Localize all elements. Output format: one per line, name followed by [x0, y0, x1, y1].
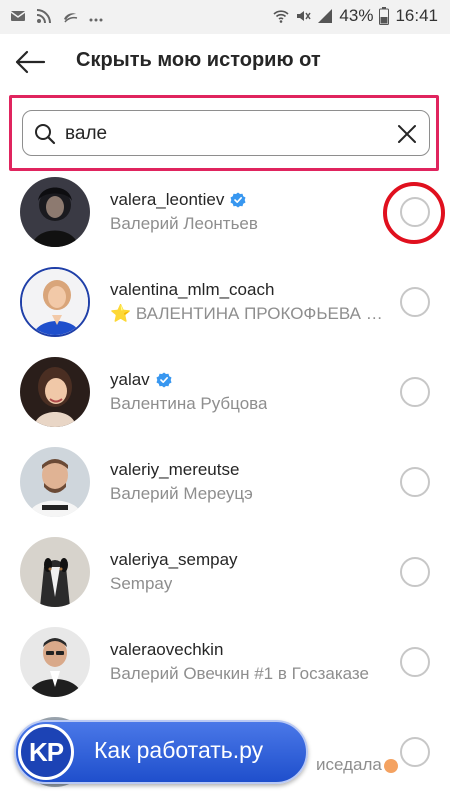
header: Скрыть мою историю от	[0, 34, 450, 90]
select-radio[interactable]	[400, 287, 430, 317]
close-icon[interactable]	[395, 122, 419, 146]
full-name: иседала	[316, 755, 398, 775]
watermark-logo: KP	[18, 724, 74, 780]
user-list: valera_leontiev Валерий Леонтьев valenti…	[0, 172, 450, 800]
watermark-logo-text: KP	[28, 736, 64, 767]
verified-badge-icon	[156, 372, 172, 388]
status-bar: 43% 16:41	[0, 0, 450, 34]
list-item[interactable]: valentina_mlm_coach ⭐ ВАЛЕНТИНА ПРОКОФЬЕ…	[0, 262, 450, 352]
full-name: Валерий Овечкин #1 в Госзаказе	[110, 664, 369, 683]
avatar	[20, 537, 90, 607]
verified-badge-icon	[230, 192, 246, 208]
list-item[interactable]: valeriy_mereutse Валерий Мереуцэ	[0, 442, 450, 532]
status-left-icons	[10, 8, 104, 24]
username: valeriya_sempay	[110, 550, 238, 569]
avatar	[20, 267, 90, 337]
full-name: Валерий Мереуцэ	[110, 484, 253, 503]
list-item[interactable]: yalav Валентина Рубцова	[0, 352, 450, 442]
peach-emoji-icon	[383, 758, 398, 773]
full-name: Валентина Рубцова	[110, 394, 268, 413]
status-right: 43% 16:41	[273, 6, 438, 26]
arrow-left-icon	[15, 50, 46, 74]
username: valentina_mlm_coach	[110, 280, 275, 299]
mail-icon	[10, 11, 26, 21]
battery-percent: 43%	[339, 6, 374, 25]
bank-icon	[64, 13, 78, 23]
signal-icon	[318, 9, 333, 23]
select-radio[interactable]	[400, 377, 430, 407]
watermark-text: Как работать.ру	[94, 737, 264, 763]
avatar	[20, 177, 90, 247]
watermark: KP Как работать.ру	[14, 720, 308, 784]
select-radio[interactable]	[400, 197, 430, 227]
select-radio[interactable]	[400, 557, 430, 587]
select-radio[interactable]	[400, 647, 430, 677]
back-button[interactable]	[10, 44, 50, 80]
full-name: Валерий Леонтьев	[110, 214, 258, 233]
full-name: ⭐ ВАЛЕНТИНА ПРОКОФЬЕВА О ...	[110, 304, 390, 323]
list-item[interactable]: valeraovechkin Валерий Овечкин #1 в Госз…	[0, 622, 450, 712]
search-box[interactable]	[22, 110, 430, 156]
mute-icon	[297, 11, 312, 21]
clock: 16:41	[395, 6, 438, 25]
username: valeriy_mereutse	[110, 460, 240, 479]
select-radio[interactable]	[400, 467, 430, 497]
full-name: Sempay	[110, 574, 173, 593]
avatar	[20, 627, 90, 697]
username: yalav	[110, 370, 150, 389]
list-item[interactable]: valera_leontiev Валерий Леонтьев	[0, 172, 450, 262]
avatar	[20, 357, 90, 427]
username: valeraovechkin	[110, 640, 224, 659]
search-input[interactable]	[65, 119, 365, 149]
list-item[interactable]: valeriya_sempay Sempay	[0, 532, 450, 622]
page-title: Скрыть мою историю от	[76, 49, 321, 71]
more-dots-icon	[89, 18, 103, 22]
search-icon	[35, 124, 56, 145]
rss-icon	[36, 9, 51, 24]
select-radio[interactable]	[400, 737, 430, 767]
avatar	[20, 447, 90, 517]
wifi-icon	[273, 10, 289, 23]
battery-icon	[379, 7, 390, 25]
username: valera_leontiev	[110, 190, 225, 209]
